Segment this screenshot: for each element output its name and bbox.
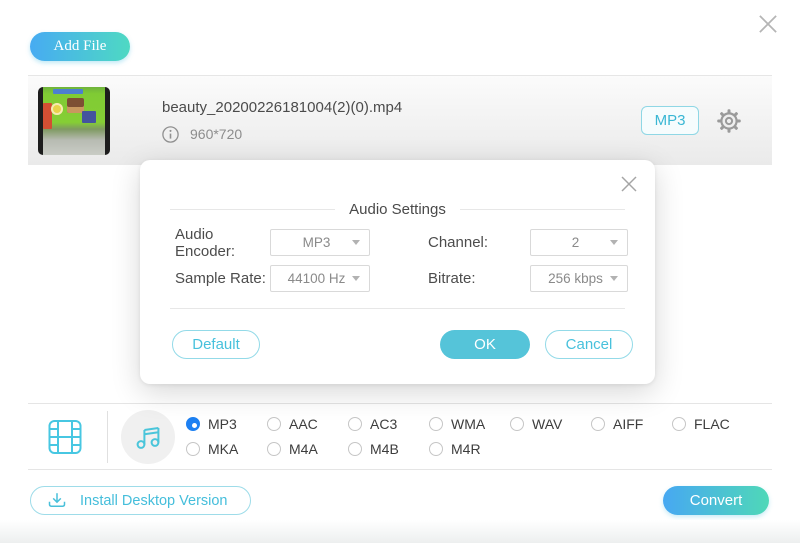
radio-icon — [348, 442, 362, 456]
video-thumbnail — [38, 86, 110, 155]
channel-label: Channel: — [428, 234, 489, 251]
format-option-wav[interactable]: WAV — [510, 416, 591, 432]
radio-icon — [672, 417, 686, 431]
info-icon — [162, 125, 179, 143]
file-info: beauty_20200226181004(2)(0).mp4 960*720 — [162, 99, 402, 143]
gear-icon — [717, 108, 741, 133]
video-thumbnail-frame — [43, 86, 105, 155]
audio-settings-dialog: Audio Settings Audio Encoder: MP3 Channe… — [140, 160, 655, 384]
format-option-aac[interactable]: AAC — [267, 416, 348, 432]
format-option-mka[interactable]: MKA — [186, 441, 267, 457]
add-file-button[interactable]: Add File — [30, 32, 130, 61]
install-desktop-version-button[interactable]: Install Desktop Version — [30, 486, 251, 515]
channel-select[interactable]: 2 — [530, 229, 628, 256]
default-button-label: Default — [192, 336, 240, 353]
format-option-aiff[interactable]: AIFF — [591, 416, 672, 432]
radio-icon — [267, 442, 281, 456]
file-settings-button[interactable] — [716, 108, 742, 134]
sample-rate-value: 44100 Hz — [287, 271, 346, 286]
radio-icon — [186, 417, 200, 431]
radio-icon — [429, 417, 443, 431]
vertical-divider — [107, 410, 108, 463]
dialog-title-row: Audio Settings — [170, 201, 626, 218]
radio-icon — [348, 417, 362, 431]
caret-down-icon — [352, 240, 360, 245]
bottom-fade — [0, 520, 800, 543]
output-format-chip[interactable]: MP3 — [641, 106, 699, 135]
output-format-chip-label: MP3 — [654, 112, 686, 129]
bitrate-label: Bitrate: — [428, 270, 476, 287]
radio-icon — [267, 417, 281, 431]
format-option-flac[interactable]: FLAC — [672, 416, 753, 432]
music-note-icon — [136, 426, 160, 449]
convert-button[interactable]: Convert — [663, 486, 769, 515]
file-resolution: 960*720 — [190, 126, 243, 142]
file-row: beauty_20200226181004(2)(0).mp4 960*720 … — [28, 75, 772, 165]
film-strip-icon — [48, 419, 82, 454]
radio-icon — [591, 417, 605, 431]
radio-icon — [186, 442, 200, 456]
dialog-title: Audio Settings — [349, 201, 446, 218]
bitrate-select[interactable]: 256 kbps — [530, 265, 628, 292]
cancel-button[interactable]: Cancel — [545, 330, 633, 359]
close-icon — [621, 176, 637, 192]
window-close-button[interactable] — [748, 4, 788, 44]
format-option-m4r[interactable]: M4R — [429, 441, 510, 457]
format-selection-section: MP3 AAC AC3 WMA WAV AIFF FLAC MKA M4A M4… — [28, 403, 772, 470]
radio-icon — [510, 417, 524, 431]
sample-rate-select[interactable]: 44100 Hz — [270, 265, 370, 292]
format-options: MP3 AAC AC3 WMA WAV AIFF FLAC MKA M4A M4… — [186, 416, 753, 457]
caret-down-icon — [610, 240, 618, 245]
dialog-divider — [170, 308, 625, 309]
caret-down-icon — [610, 276, 618, 281]
cancel-button-label: Cancel — [565, 336, 613, 353]
caret-down-icon — [352, 276, 360, 281]
convert-button-label: Convert — [689, 492, 743, 509]
format-option-ac3[interactable]: AC3 — [348, 416, 429, 432]
add-file-label: Add File — [53, 38, 107, 54]
format-option-m4a[interactable]: M4A — [267, 441, 348, 457]
format-option-m4b[interactable]: M4B — [348, 441, 429, 457]
close-icon — [759, 15, 777, 33]
dialog-close-button[interactable] — [613, 168, 645, 200]
sample-rate-label: Sample Rate: — [175, 270, 266, 287]
video-formats-tab[interactable] — [48, 419, 82, 455]
install-desktop-version-label: Install Desktop Version — [80, 492, 228, 509]
audio-formats-tab[interactable] — [121, 409, 175, 464]
audio-encoder-select[interactable]: MP3 — [270, 229, 370, 256]
bitrate-value: 256 kbps — [548, 271, 603, 286]
audio-encoder-value: MP3 — [302, 235, 331, 250]
format-option-mp3[interactable]: MP3 — [186, 416, 267, 432]
channel-value: 2 — [571, 235, 580, 250]
download-icon — [48, 493, 66, 507]
ok-button-label: OK — [474, 336, 496, 353]
file-name: beauty_20200226181004(2)(0).mp4 — [162, 98, 403, 116]
audio-encoder-label: Audio Encoder: — [175, 225, 236, 260]
radio-icon — [429, 442, 443, 456]
format-option-wma[interactable]: WMA — [429, 416, 510, 432]
default-button[interactable]: Default — [172, 330, 260, 359]
ok-button[interactable]: OK — [440, 330, 530, 359]
